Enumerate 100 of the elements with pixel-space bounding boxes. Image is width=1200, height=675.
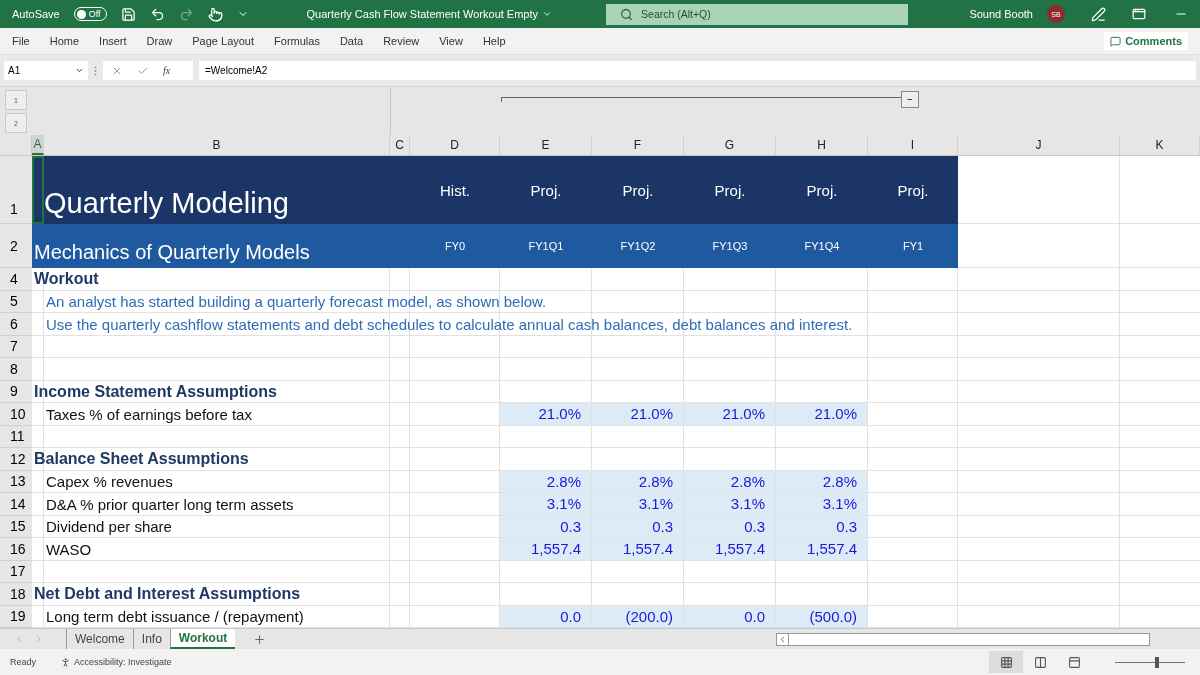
column-header-text: Proj.: [896, 180, 930, 201]
document-title[interactable]: Quarterly Cash Flow Statement Workout Empty: [306, 8, 553, 20]
row-number: 17: [0, 560, 32, 583]
section-heading: Net Debt and Interest Assumptions: [33, 584, 301, 605]
column-header[interactable]: C: [390, 135, 410, 155]
row-number: 18: [0, 583, 32, 606]
row-label: WASO: [45, 539, 92, 560]
view-icon: [1033, 655, 1047, 669]
input-cell[interactable]: 21.0%: [684, 403, 776, 426]
input-cell[interactable]: 0.0: [500, 605, 592, 628]
input-cell[interactable]: 21.0%: [776, 403, 868, 426]
menu-tab[interactable]: Page Layout: [192, 35, 255, 47]
column-header[interactable]: G: [684, 135, 776, 155]
column-header[interactable]: E: [500, 135, 592, 155]
accessibility-status[interactable]: Accessibility: Investigate: [74, 657, 172, 667]
column-header[interactable]: J: [958, 135, 1120, 155]
row-number: 12: [0, 448, 32, 471]
input-cell[interactable]: 3.1%: [500, 493, 592, 516]
menu-tab[interactable]: Data: [339, 35, 364, 47]
section-heading: Income Statement Assumptions: [33, 381, 277, 402]
horizontal-scrollbar[interactable]: [776, 632, 1151, 646]
menu-tab[interactable]: View: [439, 35, 463, 47]
add-sheet-icon[interactable]: [253, 632, 267, 646]
input-cell[interactable]: (500.0): [776, 605, 868, 628]
formula-field[interactable]: =Welcome!A2: [199, 61, 1196, 80]
search-field[interactable]: Search (Alt+Q): [606, 3, 909, 25]
column-header-text: Proj.: [529, 180, 563, 201]
input-cell[interactable]: 1,557.4: [684, 538, 776, 561]
row-number: 15: [0, 515, 32, 538]
input-cell[interactable]: 3.1%: [776, 493, 868, 516]
accessibility-icon: [60, 656, 71, 668]
touch-mode-icon[interactable]: [207, 6, 223, 22]
column-header[interactable]: F: [592, 135, 684, 155]
ribbon-display-icon[interactable]: [1132, 7, 1146, 21]
sheet-tab[interactable]: Workout: [169, 629, 236, 649]
column-header[interactable]: D: [410, 135, 500, 155]
column-header-text: FY1Q1: [527, 239, 565, 254]
save-icon[interactable]: [120, 6, 136, 22]
insert-function-button[interactable]: fx: [163, 65, 171, 76]
row-number: 1: [0, 156, 32, 224]
input-cell[interactable]: 0.3: [592, 515, 684, 538]
section-heading: Balance Sheet Assumptions: [33, 449, 249, 470]
row-number: 2: [0, 224, 32, 268]
row-label: Long term debt issuance / (repayment): [45, 607, 304, 628]
row-number: 11: [0, 425, 32, 448]
status-text: Ready: [10, 657, 36, 667]
instruction-text: An analyst has started building a quarterly forecast model, as shown below.: [45, 292, 547, 313]
column-header-text: FY0: [443, 239, 467, 254]
collapse-group-button[interactable]: −: [901, 91, 919, 108]
column-header-text: FY1: [901, 239, 925, 254]
column-header[interactable]: K: [1120, 135, 1200, 155]
input-cell[interactable]: 21.0%: [500, 403, 592, 426]
input-cell[interactable]: 0.3: [684, 515, 776, 538]
row-number: 7: [0, 335, 32, 358]
column-header[interactable]: I: [868, 135, 958, 155]
input-cell[interactable]: 0.3: [500, 515, 592, 538]
input-cell[interactable]: (200.0): [592, 605, 684, 628]
input-cell[interactable]: 1,557.4: [592, 538, 684, 561]
input-cell[interactable]: 21.0%: [592, 403, 684, 426]
search-icon: [620, 7, 634, 21]
menu-tab[interactable]: Insert: [99, 35, 127, 47]
column-header-text: FY1Q4: [803, 239, 841, 254]
row-label: Capex % revenues: [45, 472, 173, 493]
input-cell[interactable]: 0.3: [776, 515, 868, 538]
zoom-thumb[interactable]: [1155, 656, 1159, 668]
column-header-text: Proj.: [621, 180, 655, 201]
row-label: Taxes % of earnings before tax: [45, 404, 252, 425]
row-label: Dividend per share: [45, 517, 172, 538]
sheet-subtitle: Mechanics of Quarterly Models: [33, 240, 310, 265]
input-cell[interactable]: 2.8%: [684, 470, 776, 493]
input-cell[interactable]: 2.8%: [776, 470, 868, 493]
menu-tab[interactable]: Review: [383, 35, 420, 47]
normal-view-button[interactable]: [989, 651, 1023, 673]
column-header[interactable]: H: [776, 135, 868, 155]
menu-tab[interactable]: Formulas: [274, 35, 320, 47]
menu-tab[interactable]: File: [12, 35, 30, 47]
menu-tab[interactable]: Help: [482, 35, 506, 47]
undo-icon[interactable]: [149, 6, 165, 22]
selected-cell[interactable]: [32, 156, 44, 224]
sheet-title: Quarterly Modeling: [44, 186, 289, 221]
input-cell[interactable]: 3.1%: [684, 493, 776, 516]
input-cell[interactable]: 2.8%: [500, 470, 592, 493]
pen-icon[interactable]: [1091, 6, 1106, 22]
column-header[interactable]: A: [32, 135, 44, 155]
row-number: 13: [0, 470, 32, 493]
menu-tab[interactable]: Draw: [146, 35, 173, 47]
caret-icon: [542, 9, 553, 19]
row-number: 19: [0, 605, 32, 628]
input-cell[interactable]: 1,557.4: [776, 538, 868, 561]
input-cell[interactable]: 2.8%: [592, 470, 684, 493]
column-header-text: Proj.: [713, 180, 747, 201]
menu-tab[interactable]: Home: [49, 35, 80, 47]
input-cell[interactable]: 0.0: [684, 605, 776, 628]
input-cell[interactable]: 1,557.4: [500, 538, 592, 561]
comments-button[interactable]: Comments: [1104, 32, 1188, 50]
grip-icon[interactable]: [94, 65, 97, 76]
column-header[interactable]: B: [44, 135, 390, 155]
name-box[interactable]: A1: [4, 61, 88, 80]
section-heading: Workout: [33, 269, 99, 290]
input-cell[interactable]: 3.1%: [592, 493, 684, 516]
